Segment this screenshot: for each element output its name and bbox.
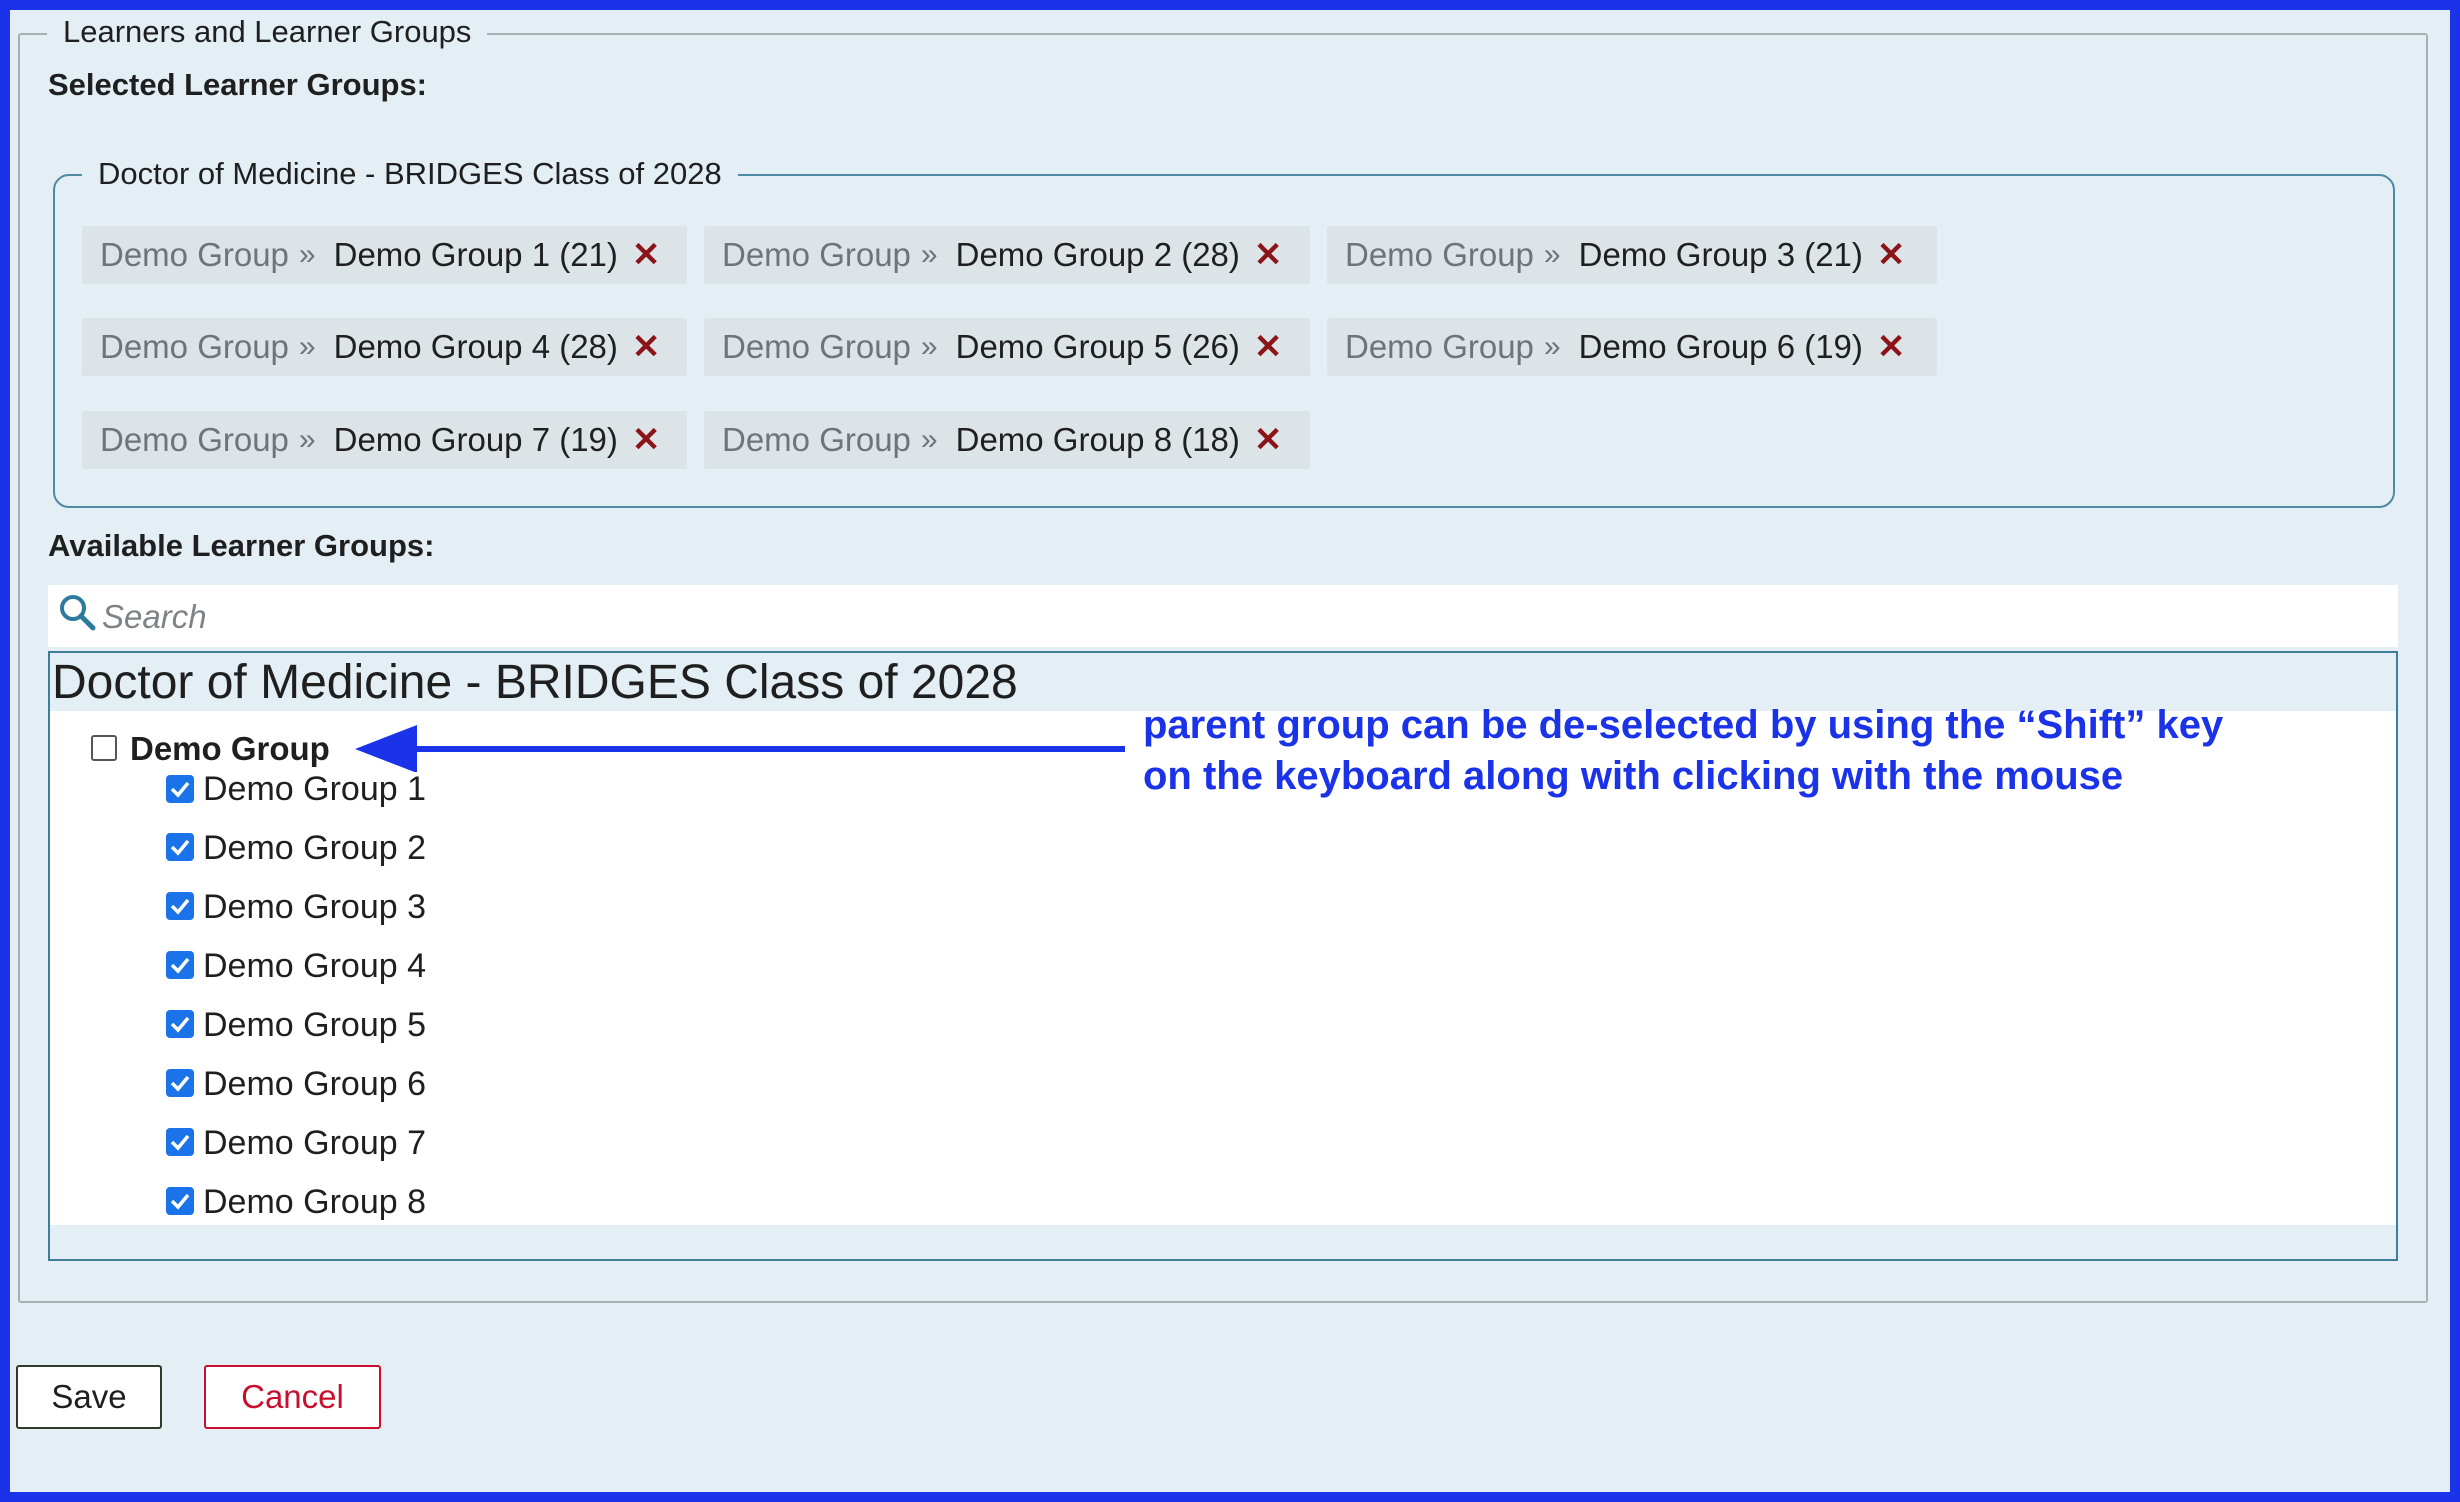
child-group-checkbox[interactable] [166,1128,194,1156]
tree-footer [50,1225,2396,1259]
learners-fieldset-legend: Learners and Learner Groups [47,12,488,52]
selected-group-chip: Demo Group » Demo Group 4 (28) ✕ [82,318,687,376]
chip-separator: » [298,423,316,456]
remove-icon[interactable]: ✕ [1254,235,1283,275]
remove-icon[interactable]: ✕ [1254,327,1283,367]
selected-group-chip: Demo Group » Demo Group 5 (26) ✕ [704,318,1310,376]
child-group-checkbox[interactable] [166,951,194,979]
remove-icon[interactable]: ✕ [632,420,661,460]
selected-group-chip: Demo Group » Demo Group 7 (19) ✕ [82,411,687,469]
annotation-line: on the keyboard along with clicking with… [1143,754,2124,798]
remove-icon[interactable]: ✕ [632,327,661,367]
child-group-label[interactable]: Demo Group 8 [203,1182,426,1222]
checkmark-icon [170,1016,190,1033]
chip-group-label: Demo Group 8 (18) [955,421,1240,458]
chip-group-label: Demo Group 4 (28) [333,328,618,365]
child-group-label[interactable]: Demo Group 6 [203,1064,426,1104]
chip-parent-label: Demo Group [100,236,289,273]
chip-parent-label: Demo Group [722,236,911,273]
child-group-checkbox[interactable] [166,1187,194,1215]
chip-parent-label: Demo Group [1345,328,1534,365]
selected-group-chip: Demo Group » Demo Group 8 (18) ✕ [704,411,1310,469]
child-group-label[interactable]: Demo Group 3 [203,887,426,927]
chip-group-label: Demo Group 1 (21) [333,236,618,273]
child-group-label[interactable]: Demo Group 4 [203,946,426,986]
chip-group-label: Demo Group 2 (28) [955,236,1240,273]
child-group-label[interactable]: Demo Group 2 [203,828,426,868]
chip-separator: » [1543,330,1561,363]
selected-group-chip: Demo Group » Demo Group 2 (28) ✕ [704,226,1310,284]
remove-icon[interactable]: ✕ [1877,327,1906,367]
checkmark-icon [170,957,190,974]
child-group-checkbox[interactable] [166,892,194,920]
chip-group-label: Demo Group 6 (19) [1578,328,1863,365]
chip-separator: » [920,330,938,363]
chip-parent-label: Demo Group [1345,236,1534,273]
checkmark-icon [170,898,190,915]
checkmark-icon [170,839,190,856]
cancel-button[interactable]: Cancel [204,1365,381,1429]
chip-separator: » [920,423,938,456]
chip-group-label: Demo Group 5 (26) [955,328,1240,365]
child-group-label[interactable]: Demo Group 7 [203,1123,426,1163]
cohort-fieldset-legend: Doctor of Medicine - BRIDGES Class of 20… [82,154,738,194]
search-icon [60,595,96,631]
child-group-checkbox[interactable] [166,1010,194,1038]
checkmark-icon [170,1193,190,1210]
child-group-checkbox[interactable] [166,1069,194,1097]
child-group-checkbox[interactable] [166,833,194,861]
remove-icon[interactable]: ✕ [632,235,661,275]
parent-group-label[interactable]: Demo Group [130,729,330,769]
remove-icon[interactable]: ✕ [1877,235,1906,275]
selected-group-chip: Demo Group » Demo Group 6 (19) ✕ [1327,318,1937,376]
checkmark-icon [170,781,190,798]
available-groups-label: Available Learner Groups: [48,528,435,563]
selected-group-chip: Demo Group » Demo Group 3 (21) ✕ [1327,226,1937,284]
save-button[interactable]: Save [16,1365,162,1429]
remove-icon[interactable]: ✕ [1254,420,1283,460]
chip-parent-label: Demo Group [100,421,289,458]
cohort-title: Doctor of Medicine - BRIDGES Class of 20… [52,656,1018,709]
chip-separator: » [298,330,316,363]
chip-separator: » [298,238,316,271]
child-group-label[interactable]: Demo Group 1 [203,769,426,809]
selected-group-chip: Demo Group » Demo Group 1 (21) ✕ [82,226,687,284]
search-input[interactable] [100,593,2384,641]
search-box [48,585,2398,647]
annotation-arrow-icon [355,725,1125,772]
chip-parent-label: Demo Group [100,328,289,365]
chip-group-label: Demo Group 3 (21) [1578,236,1863,273]
annotation-text: parent group can be de-selected by using… [1143,700,2443,802]
child-group-label[interactable]: Demo Group 5 [203,1005,426,1045]
chip-group-label: Demo Group 7 (19) [333,421,618,458]
selected-groups-label: Selected Learner Groups: [48,67,428,102]
annotation-line: parent group can be de-selected by using… [1143,703,2224,747]
parent-group-checkbox[interactable] [91,735,117,761]
chip-parent-label: Demo Group [722,421,911,458]
checkmark-icon [170,1134,190,1151]
checkmark-icon [170,1075,190,1092]
chip-separator: » [1543,238,1561,271]
chip-parent-label: Demo Group [722,328,911,365]
child-group-checkbox[interactable] [166,775,194,803]
chip-separator: » [920,238,938,271]
